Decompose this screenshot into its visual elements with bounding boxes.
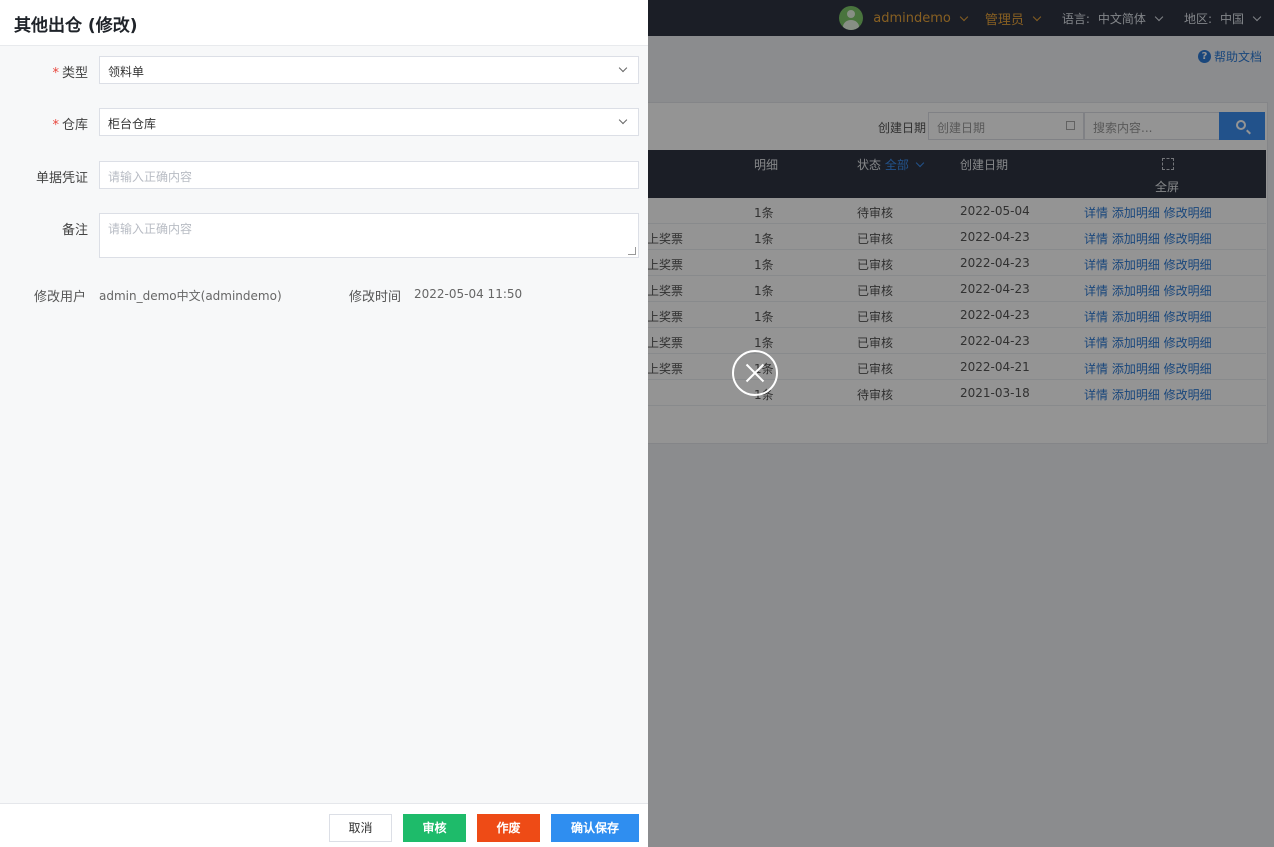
voucher-input[interactable]: 请输入正确内容	[99, 161, 639, 189]
drawer-title: 其他出仓 (修改)	[14, 16, 138, 36]
required-mark: *	[52, 66, 59, 81]
edit-drawer: 其他出仓 (修改) * 类型 领料单 * 仓库 柜台仓库 单据凭证 请输入正确内容 …	[0, 0, 648, 847]
remark-textarea[interactable]: 请输入正确内容	[99, 213, 639, 258]
drawer-footer: 取消 审核 作废 确认保存	[0, 803, 648, 847]
required-mark: *	[52, 118, 59, 133]
warehouse-label: * 仓库	[0, 114, 88, 133]
chevron-down-icon	[618, 115, 628, 125]
type-value: 领料单	[108, 65, 145, 79]
modifier-label: 修改用户	[34, 290, 87, 305]
drawer-header: 其他出仓 (修改)	[0, 0, 648, 46]
close-icon[interactable]	[732, 350, 778, 396]
chevron-down-icon	[618, 63, 628, 73]
warehouse-label-text: 仓库	[61, 118, 88, 133]
confirm-save-button[interactable]: 确认保存	[551, 814, 639, 842]
type-label: * 类型	[0, 62, 88, 81]
remark-placeholder: 请输入正确内容	[108, 222, 193, 236]
cancel-button[interactable]: 取消	[329, 814, 392, 842]
audit-button[interactable]: 审核	[403, 814, 466, 842]
modal-overlay[interactable]	[648, 0, 1274, 847]
type-select[interactable]: 领料单	[99, 56, 639, 84]
warehouse-value: 柜台仓库	[108, 117, 157, 131]
voucher-label: 单据凭证	[35, 171, 88, 186]
type-label-text: 类型	[61, 66, 88, 81]
void-button[interactable]: 作废	[477, 814, 540, 842]
resize-handle-icon[interactable]	[628, 247, 636, 255]
modifier-value: admin_demo中文(admindemo)	[99, 289, 282, 303]
warehouse-select[interactable]: 柜台仓库	[99, 108, 639, 136]
modified-time-value: 2022-05-04 11:50	[414, 287, 523, 301]
remark-label: 备注	[61, 223, 88, 238]
voucher-placeholder: 请输入正确内容	[108, 170, 193, 184]
modified-time-label: 修改时间	[349, 290, 402, 305]
